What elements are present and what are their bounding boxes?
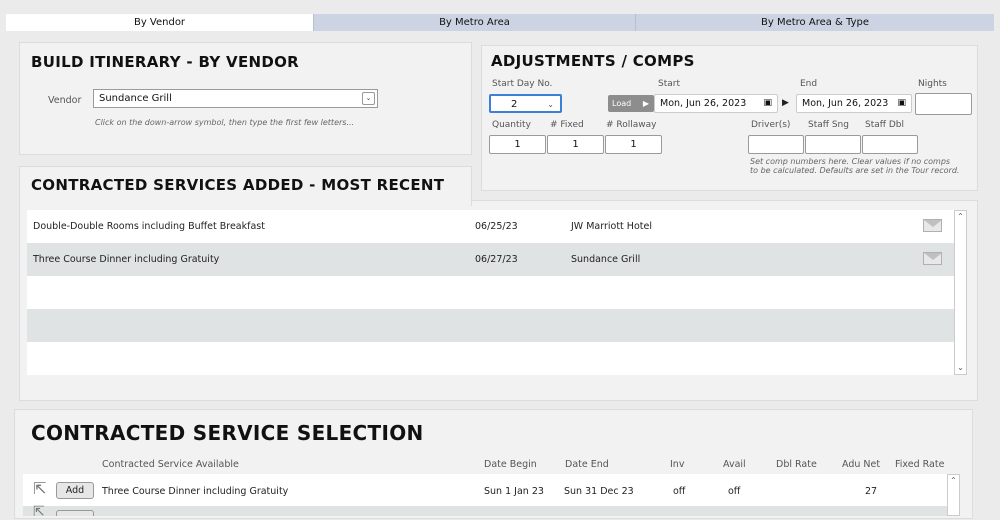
tab-by-metro-area[interactable]: By Metro Area — [313, 14, 635, 31]
start-day-label: Start Day No. — [492, 79, 553, 89]
service-vendor: JW Marriott Hotel — [571, 221, 652, 232]
staff-sng-input[interactable] — [805, 135, 861, 154]
build-itinerary-panel: BUILD ITINERARY - BY VENDOR Vendor Sunda… — [19, 42, 472, 155]
selection-scrollbar[interactable]: ⌃ — [947, 474, 960, 516]
header-avail: Avail — [723, 459, 746, 470]
service-name: Three Course Dinner including Gratuity — [33, 254, 220, 265]
adu-net-value: 27 — [865, 486, 878, 497]
vendor-select[interactable]: Sundance Grill ⌄ — [93, 89, 378, 108]
table-row-empty — [27, 309, 954, 342]
add-button[interactable]: Add — [56, 482, 94, 499]
nights-input[interactable] — [915, 93, 972, 115]
comp-hint: Set comp numbers here. Clear values if n… — [750, 157, 960, 175]
services-added-title: CONTRACTED SERVICES ADDED - MOST RECENT — [31, 176, 445, 194]
drivers-label: Driver(s) — [751, 120, 791, 130]
build-itinerary-title: BUILD ITINERARY - BY VENDOR — [31, 53, 299, 71]
envelope-icon[interactable] — [923, 252, 942, 265]
date-end: Sun 31 Dec 23 — [564, 486, 634, 497]
start-day-select[interactable]: 2 ⌄ — [489, 94, 562, 113]
header-date-end: Date End — [565, 459, 609, 470]
vendor-label: Vendor — [48, 95, 82, 106]
table-row[interactable]: ⇱ Add Three Course Dinner including Grat… — [23, 474, 947, 506]
service-name: Double-Double Rooms including Buffet Bre… — [33, 221, 265, 232]
scroll-up-icon[interactable]: ⌃ — [955, 212, 966, 221]
service-date: 06/27/23 — [475, 254, 518, 265]
service-date: 06/25/23 — [475, 221, 518, 232]
end-date-field[interactable]: Mon, Jun 26, 2023 ▣ — [796, 94, 912, 113]
staff-sng-label: Staff Sng — [808, 120, 849, 130]
date-begin: Sun 1 Jan 23 — [484, 486, 544, 497]
start-date-field[interactable]: Mon, Jun 26, 2023 ▣ — [654, 94, 778, 113]
calendar-icon[interactable]: ▣ — [897, 95, 906, 112]
envelope-icon[interactable] — [923, 219, 942, 232]
play-icon: ▶ — [642, 99, 649, 108]
quantity-label: Quantity — [492, 120, 531, 130]
header-inv: Inv — [670, 459, 685, 470]
tab-by-metro-area-type[interactable]: By Metro Area & Type — [635, 14, 994, 31]
header-date-begin: Date Begin — [484, 459, 537, 470]
arrow-up-left-icon: ⇱ — [33, 504, 45, 520]
service-selection-title: CONTRACTED SERVICE SELECTION — [31, 421, 424, 445]
staff-dbl-input[interactable] — [862, 135, 918, 154]
fixed-label: # Fixed — [550, 120, 584, 130]
tab-by-vendor[interactable]: By Vendor — [6, 14, 313, 31]
adjustments-title: ADJUSTMENTS / COMPS — [491, 52, 695, 70]
table-row[interactable]: ⇱ — [23, 504, 947, 520]
scroll-up-icon[interactable]: ⌃ — [948, 476, 959, 485]
add-button[interactable] — [56, 510, 94, 516]
fixed-input[interactable]: 1 — [547, 135, 604, 154]
table-row[interactable]: Double-Double Rooms including Buffet Bre… — [27, 210, 954, 243]
inv-value: off — [673, 486, 686, 497]
header-adu-net: Adu Net — [842, 459, 881, 470]
arrow-right-icon: ▶ — [782, 98, 789, 108]
service-name: Three Course Dinner including Gratuity — [102, 486, 289, 497]
start-day-value: 2 — [511, 99, 518, 110]
vendor-hint: Click on the down-arrow symbol, then typ… — [95, 118, 355, 127]
quantity-input[interactable]: 1 — [489, 135, 546, 154]
table-row-empty — [27, 342, 954, 375]
add-label: Add — [65, 485, 85, 496]
chevron-down-icon: ⌄ — [547, 100, 554, 109]
scroll-down-icon[interactable]: ⌄ — [955, 363, 966, 372]
table-row-empty — [27, 276, 954, 309]
vendor-select-value: Sundance Grill — [99, 93, 172, 104]
start-date-value: Mon, Jun 26, 2023 — [660, 98, 747, 109]
header-fixed-rate: Fixed Rate — [895, 459, 945, 470]
rollaway-input[interactable]: 1 — [605, 135, 662, 154]
staff-dbl-label: Staff Dbl — [865, 120, 904, 130]
arrow-up-left-icon[interactable]: ⇱ — [33, 479, 46, 498]
calendar-icon[interactable]: ▣ — [763, 95, 772, 112]
nights-label: Nights — [918, 79, 947, 89]
chevron-down-icon[interactable]: ⌄ — [362, 92, 375, 105]
load-button[interactable]: Load ▶ — [608, 95, 654, 112]
adjustments-panel: ADJUSTMENTS / COMPS Start Day No. 2 ⌄ Lo… — [481, 45, 978, 191]
drivers-input[interactable] — [748, 135, 804, 154]
end-label: End — [800, 79, 818, 89]
rollaway-label: # Rollaway — [606, 120, 657, 130]
service-vendor: Sundance Grill — [571, 254, 641, 265]
table-row[interactable]: Three Course Dinner including Gratuity 0… — [27, 243, 954, 276]
avail-value: off — [728, 486, 741, 497]
header-dbl-rate: Dbl Rate — [776, 459, 817, 470]
header-service: Contracted Service Available — [102, 459, 239, 470]
services-added-scrollbar[interactable]: ⌃ ⌄ — [954, 210, 967, 375]
end-date-value: Mon, Jun 26, 2023 — [802, 98, 889, 109]
start-label: Start — [658, 79, 680, 89]
load-label: Load — [612, 99, 632, 108]
